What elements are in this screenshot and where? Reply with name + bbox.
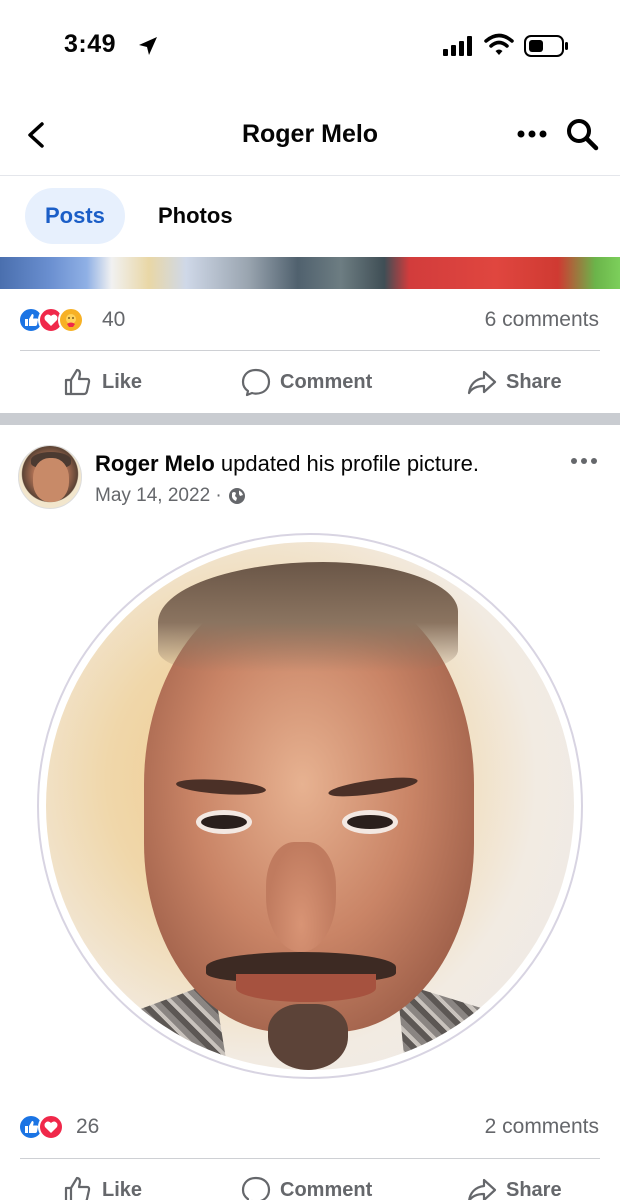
care-reaction-icon [58,307,84,333]
post-action-text: updated his profile picture. [214,451,479,476]
post-more-options-icon[interactable] [568,453,600,469]
reaction-count: 40 [102,308,126,331]
like-button[interactable]: Like [62,1173,142,1200]
globe-icon [228,488,245,504]
share-button[interactable]: Share [466,1173,562,1200]
post-header: Roger Melo updated his profile picture. … [0,425,620,525]
comments-count[interactable]: 2 comments [485,1115,599,1139]
post-meta: May 14, 2022 · [95,485,246,507]
cellular-signal-icon [443,36,472,56]
share-label: Share [506,370,562,393]
previous-post-reactions-summary[interactable]: 40 6 comments [0,289,620,351]
comment-button[interactable]: Comment [240,1173,372,1200]
post-divider [0,413,620,425]
post-actions: Like Comment Share [20,1158,600,1200]
post-reactions-summary[interactable]: 26 2 comments [0,1096,620,1158]
love-reaction-icon [38,1114,64,1140]
status-time: 3:49 [64,30,117,58]
location-arrow-icon [139,37,157,55]
post-author-name[interactable]: Roger Melo [95,451,215,476]
thumbs-up-icon [64,368,91,396]
previous-post-image[interactable] [0,257,620,289]
comment-bubble-icon [241,1176,271,1200]
profile-tabs: Posts Photos [0,177,620,257]
comments-count[interactable]: 6 comments [485,308,599,332]
avatar[interactable] [18,445,82,509]
nav-header: Roger Melo [0,92,620,176]
more-options-icon[interactable] [514,122,550,146]
previous-post-actions: Like Comment Share [20,350,600,412]
search-icon[interactable] [564,116,600,152]
share-label: Share [506,1178,562,1200]
share-arrow-icon [468,1178,497,1200]
tab-photos[interactable]: Photos [138,188,253,244]
comment-label: Comment [280,370,373,393]
profile-picture[interactable] [46,542,574,1070]
comment-label: Comment [280,1178,373,1200]
like-label: Like [102,1178,143,1200]
comment-button[interactable]: Comment [240,365,372,399]
post-date[interactable]: May 14, 2022 · [95,485,222,507]
battery-icon [524,35,568,57]
comment-bubble-icon [241,368,271,397]
like-button[interactable]: Like [62,365,142,399]
wifi-icon [484,33,514,55]
tab-posts[interactable]: Posts [25,188,125,244]
thumbs-up-icon [64,1176,91,1200]
like-label: Like [102,370,143,393]
share-arrow-icon [467,370,497,395]
share-button[interactable]: Share [466,365,562,399]
post-headline: Roger Melo updated his profile picture. [95,451,479,477]
status-bar: 3:49 [0,0,620,92]
reaction-count: 26 [76,1115,100,1138]
